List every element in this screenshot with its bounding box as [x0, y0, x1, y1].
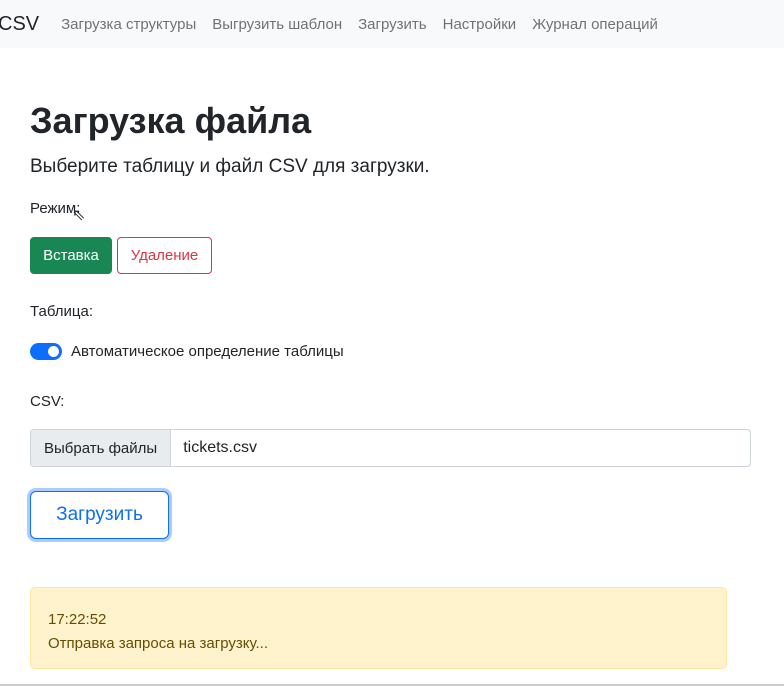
- brand[interactable]: CSV: [0, 13, 39, 36]
- file-name: tickets.csv: [183, 439, 257, 456]
- choose-files-button[interactable]: Выбрать файлы: [31, 430, 172, 466]
- nav-structure-upload[interactable]: Загрузка структуры: [61, 16, 196, 33]
- alert-time: 17:22:52: [48, 611, 107, 628]
- page-title: Загрузка файла: [30, 100, 312, 141]
- nav-operations-log[interactable]: Журнал операций: [532, 16, 658, 33]
- auto-detect-label[interactable]: Автоматическое определение таблицы: [71, 343, 344, 360]
- file-input[interactable]: Выбрать файлы tickets.csv: [30, 429, 751, 467]
- auto-detect-toggle[interactable]: [30, 343, 62, 360]
- table-label: Таблица:: [30, 303, 93, 320]
- csv-label: CSV:: [30, 393, 65, 410]
- nav-settings[interactable]: Настройки: [443, 16, 517, 33]
- upload-button[interactable]: Загрузить: [30, 491, 169, 539]
- page-subtitle: Выберите таблицу и файл CSV для загрузки…: [30, 156, 430, 177]
- nav-export-template[interactable]: Выгрузить шаблон: [212, 16, 342, 33]
- nav-upload[interactable]: Загрузить: [358, 16, 427, 33]
- insert-mode-button[interactable]: Вставка: [30, 237, 112, 274]
- navbar: CSV Загрузка структуры Выгрузить шаблон …: [0, 0, 784, 48]
- delete-mode-button[interactable]: Удаление: [117, 237, 212, 274]
- alert-message: Отправка запроса на загрузку...: [48, 635, 269, 652]
- status-alert: 17:22:52 Отправка запроса на загрузку...: [30, 587, 727, 669]
- mouse-cursor-icon: ⇖: [72, 207, 86, 224]
